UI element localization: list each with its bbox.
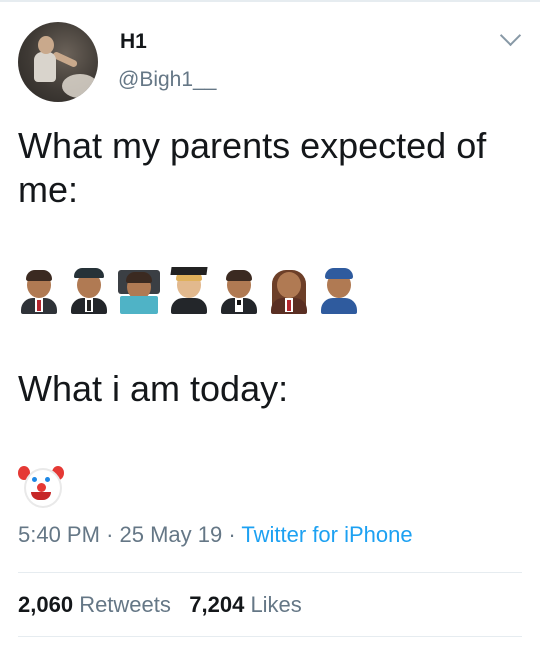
expected-emoji-row <box>18 267 360 316</box>
tweet-text-expected: What my parents expected of me: <box>18 125 487 210</box>
display-name[interactable]: H1 <box>120 30 147 54</box>
graduate-icon <box>168 267 210 314</box>
technologist-icon <box>118 270 160 314</box>
clown-face-icon <box>18 462 64 508</box>
tweet-date[interactable]: 25 May 19 <box>120 522 223 547</box>
retweets-stat[interactable]: 2,060 Retweets <box>18 592 171 617</box>
user-handle[interactable]: @Bigh1__ <box>118 68 216 92</box>
divider <box>18 572 522 573</box>
engagement-stats: 2,060 Retweets 7,204 Likes <box>18 592 302 618</box>
likes-stat[interactable]: 7,204 Likes <box>189 592 302 617</box>
chevron-down-icon[interactable] <box>499 24 522 47</box>
likes-count: 7,204 <box>189 592 245 617</box>
tweet-metadata: 5:40 PM · 25 May 19 · Twitter for iPhone <box>18 522 413 548</box>
top-divider <box>0 0 540 2</box>
retweets-label: Retweets <box>79 592 171 617</box>
meta-separator: · <box>228 522 242 547</box>
tweet-source-link[interactable]: Twitter for iPhone <box>241 522 412 547</box>
tweet-time[interactable]: 5:40 PM <box>18 522 100 547</box>
pilot-icon <box>68 268 110 314</box>
avatar[interactable] <box>18 22 98 102</box>
man-in-tuxedo-icon <box>218 270 260 314</box>
tweet-text-today: What i am today: <box>18 368 289 409</box>
likes-label: Likes <box>250 592 302 617</box>
divider <box>18 636 522 637</box>
police-officer-icon <box>318 268 360 314</box>
retweets-count: 2,060 <box>18 592 74 617</box>
meta-separator: · <box>106 522 120 547</box>
man-icon <box>18 270 60 314</box>
woman-icon <box>268 270 310 314</box>
